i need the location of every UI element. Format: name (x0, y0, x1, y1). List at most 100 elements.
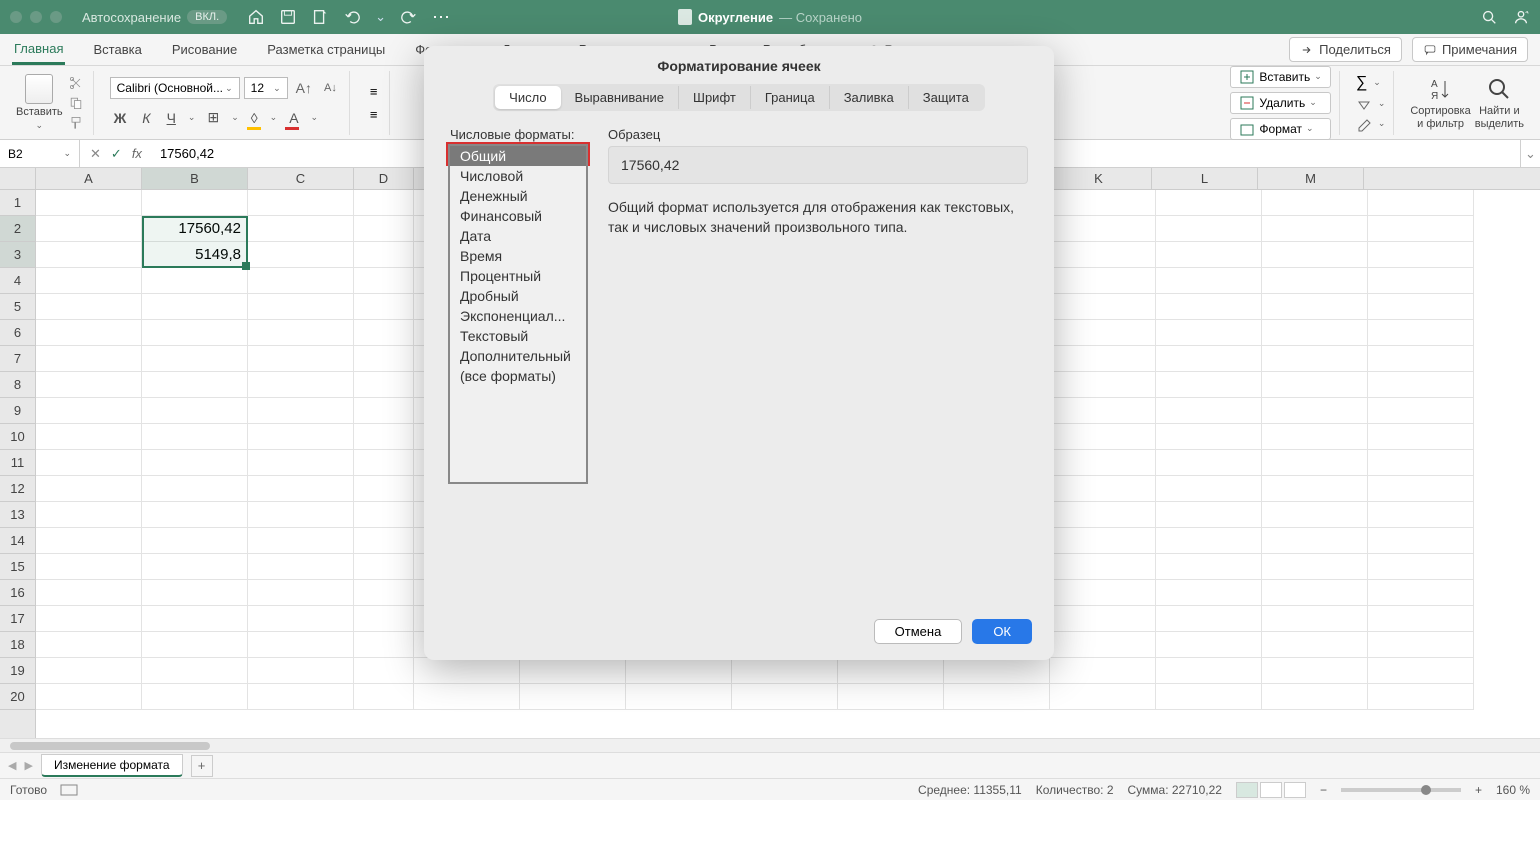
find-select-button[interactable]: Найти и выделить (1475, 75, 1524, 129)
row-header-11[interactable]: 11 (0, 450, 35, 476)
qat-more-icon[interactable]: ⋯ (432, 7, 450, 28)
page-layout-view-button[interactable] (1260, 782, 1282, 798)
accept-formula-icon[interactable]: ✓ (111, 146, 122, 162)
font-family-select[interactable]: Calibri (Основной...⌄ (110, 77, 240, 99)
format-item-9[interactable]: Текстовый (450, 326, 586, 346)
cancel-formula-icon[interactable]: ✕ (90, 146, 101, 162)
row-header-17[interactable]: 17 (0, 606, 35, 632)
row-header-7[interactable]: 7 (0, 346, 35, 372)
clear-icon[interactable] (1356, 116, 1372, 132)
format-item-7[interactable]: Дробный (450, 286, 586, 306)
save-icon[interactable] (279, 8, 297, 26)
col-header-m[interactable]: M (1258, 168, 1364, 189)
zoom-level[interactable]: 160 % (1496, 783, 1530, 797)
row-header-14[interactable]: 14 (0, 528, 35, 554)
row-header-13[interactable]: 13 (0, 502, 35, 528)
align-top-icon[interactable]: ≡ (366, 82, 382, 101)
dialog-tab-font[interactable]: Шрифт (679, 86, 751, 109)
col-header-a[interactable]: A (36, 168, 142, 189)
delete-cells-button[interactable]: Удалить⌄ (1230, 92, 1330, 114)
col-header-k[interactable]: K (1046, 168, 1152, 189)
zoom-in-button[interactable]: + (1475, 783, 1482, 797)
format-item-11[interactable]: (все форматы) (450, 366, 586, 386)
align-left-icon[interactable]: ≡ (366, 105, 382, 124)
undo-icon[interactable] (343, 8, 361, 26)
col-header-c[interactable]: C (248, 168, 354, 189)
zoom-out-button[interactable]: − (1320, 783, 1327, 797)
row-header-4[interactable]: 4 (0, 268, 35, 294)
row-header-16[interactable]: 16 (0, 580, 35, 606)
col-header-l[interactable]: L (1152, 168, 1258, 189)
row-header-8[interactable]: 8 (0, 372, 35, 398)
fill-icon[interactable] (1356, 96, 1372, 112)
search-icon[interactable] (1480, 8, 1498, 26)
font-color-button[interactable]: А (285, 108, 302, 128)
dialog-tab-border[interactable]: Граница (751, 86, 830, 109)
normal-view-button[interactable] (1236, 782, 1258, 798)
format-cells-button[interactable]: Формат⌄ (1230, 118, 1330, 140)
dialog-tab-alignment[interactable]: Выравнивание (561, 86, 679, 109)
underline-button[interactable]: Ч (163, 108, 180, 128)
format-item-4[interactable]: Дата (450, 226, 586, 246)
row-header-9[interactable]: 9 (0, 398, 35, 424)
format-item-2[interactable]: Денежный (450, 186, 586, 206)
close-window[interactable] (10, 11, 22, 23)
name-box[interactable]: B2⌄ (0, 140, 80, 167)
increase-font-icon[interactable]: A↑ (292, 78, 316, 98)
row-header-15[interactable]: 15 (0, 554, 35, 580)
dialog-tab-protection[interactable]: Защита (909, 86, 983, 109)
row-header-20[interactable]: 20 (0, 684, 35, 710)
format-category-list[interactable]: ОбщийЧисловойДенежныйФинансовыйДатаВремя… (448, 144, 588, 484)
ok-button[interactable]: ОК (972, 619, 1032, 644)
italic-button[interactable]: К (138, 108, 154, 128)
row-header-5[interactable]: 5 (0, 294, 35, 320)
sheet-nav-next[interactable]: ▶ (24, 759, 32, 772)
dialog-tab-fill[interactable]: Заливка (830, 86, 909, 109)
row-header-3[interactable]: 3 (0, 242, 35, 268)
accessibility-icon[interactable] (59, 783, 79, 797)
col-header-d[interactable]: D (354, 168, 414, 189)
share-button[interactable]: Поделиться (1289, 37, 1402, 62)
tab-draw[interactable]: Рисование (170, 36, 239, 63)
tab-insert[interactable]: Вставка (91, 36, 143, 63)
cancel-button[interactable]: Отмена (874, 619, 963, 644)
row-header-10[interactable]: 10 (0, 424, 35, 450)
format-item-6[interactable]: Процентный (450, 266, 586, 286)
format-painter-icon[interactable] (67, 115, 85, 131)
format-item-3[interactable]: Финансовый (450, 206, 586, 226)
fx-icon[interactable]: fx (132, 146, 142, 161)
row-header-19[interactable]: 19 (0, 658, 35, 684)
format-item-10[interactable]: Дополнительный (450, 346, 586, 366)
copy-icon[interactable] (67, 95, 85, 111)
autosave-toggle[interactable]: ВКЛ. (187, 10, 227, 24)
page-break-view-button[interactable] (1284, 782, 1306, 798)
maximize-window[interactable] (50, 11, 62, 23)
paste-button[interactable]: Вставить ⌄ (16, 74, 63, 131)
share-icon[interactable] (1512, 8, 1530, 26)
row-header-6[interactable]: 6 (0, 320, 35, 346)
comments-button[interactable]: Примечания (1412, 37, 1528, 62)
new-icon[interactable] (311, 8, 329, 26)
bold-button[interactable]: Ж (110, 108, 131, 128)
row-header-1[interactable]: 1 (0, 190, 35, 216)
format-item-1[interactable]: Числовой (450, 166, 586, 186)
col-header-b[interactable]: B (142, 168, 248, 189)
redo-icon[interactable] (400, 8, 418, 26)
autosum-icon[interactable]: ∑ (1356, 74, 1367, 92)
insert-cells-button[interactable]: Вставить⌄ (1230, 66, 1330, 88)
select-all-corner[interactable] (0, 168, 36, 189)
add-sheet-button[interactable]: + (191, 755, 213, 777)
tab-page-layout[interactable]: Разметка страницы (265, 36, 387, 63)
decrease-font-icon[interactable]: A↓ (320, 80, 341, 96)
home-icon[interactable] (247, 8, 265, 26)
sort-filter-button[interactable]: AЯ Сортировка и фильтр (1410, 75, 1470, 129)
cut-icon[interactable] (67, 75, 85, 91)
row-header-12[interactable]: 12 (0, 476, 35, 502)
sheet-tab-active[interactable]: Изменение формата (41, 754, 183, 777)
fill-color-button[interactable]: ◊ (247, 108, 262, 128)
row-header-18[interactable]: 18 (0, 632, 35, 658)
zoom-slider[interactable] (1341, 788, 1461, 792)
font-size-select[interactable]: 12⌄ (244, 77, 288, 99)
horizontal-scrollbar[interactable] (0, 738, 1540, 752)
format-item-0[interactable]: Общий (450, 146, 586, 166)
